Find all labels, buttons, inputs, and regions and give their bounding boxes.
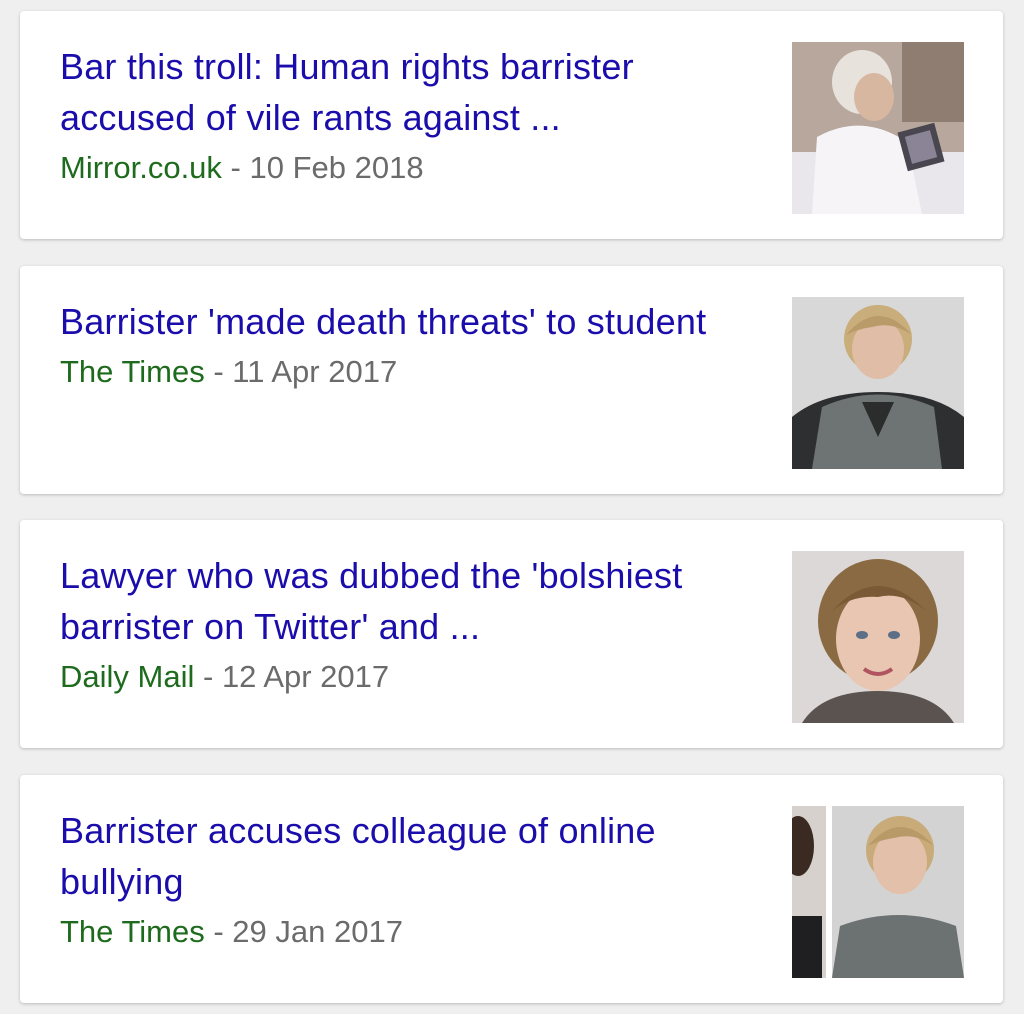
news-source: The Times: [60, 914, 205, 949]
photo-woman-portrait-icon: [792, 551, 964, 723]
news-date: 12 Apr 2017: [221, 659, 390, 694]
meta-separator: -: [202, 659, 214, 694]
photo-woman-composite-icon: [792, 806, 964, 978]
news-meta: Mirror.co.uk - 10 Feb 2018: [60, 143, 760, 193]
news-source: The Times: [60, 354, 205, 389]
news-card-text: Bar this troll: Human rights barrister a…: [60, 41, 760, 193]
meta-separator: -: [213, 354, 224, 389]
news-card[interactable]: Barrister 'made death threats' to studen…: [20, 266, 1003, 494]
news-source: Mirror.co.uk: [60, 150, 222, 185]
news-meta: Daily Mail - 12 Apr 2017: [60, 652, 760, 702]
news-date: 29 Jan 2017: [232, 914, 403, 949]
news-card-text: Barrister 'made death threats' to studen…: [60, 296, 760, 397]
news-results-list: Bar this troll: Human rights barrister a…: [0, 0, 1024, 1014]
news-date: 10 Feb 2018: [249, 150, 424, 185]
news-card[interactable]: Lawyer who was dubbed the 'bolshiest bar…: [20, 520, 1003, 748]
news-thumbnail-image[interactable]: [792, 806, 964, 978]
news-card[interactable]: Barrister accuses colleague of online bu…: [20, 775, 1003, 1003]
news-date: 11 Apr 2017: [232, 354, 398, 389]
news-headline-link[interactable]: Barrister accuses colleague of online bu…: [60, 805, 760, 907]
news-thumbnail-image[interactable]: [792, 297, 964, 469]
news-thumbnail-image[interactable]: [792, 42, 964, 214]
news-meta: The Times - 11 Apr 2017: [60, 347, 760, 397]
photo-woman-white-top-icon: [792, 42, 964, 214]
news-card-text: Lawyer who was dubbed the 'bolshiest bar…: [60, 550, 760, 702]
news-thumbnail-image[interactable]: [792, 551, 964, 723]
news-card-text: Barrister accuses colleague of online bu…: [60, 805, 760, 957]
meta-separator: -: [213, 914, 224, 949]
news-source: Daily Mail: [60, 659, 195, 694]
news-headline-link[interactable]: Bar this troll: Human rights barrister a…: [60, 41, 760, 143]
news-headline-link[interactable]: Barrister 'made death threats' to studen…: [60, 296, 760, 347]
news-headline-link[interactable]: Lawyer who was dubbed the 'bolshiest bar…: [60, 550, 760, 652]
news-meta: The Times - 29 Jan 2017: [60, 907, 760, 957]
meta-separator: -: [230, 150, 241, 185]
news-card[interactable]: Bar this troll: Human rights barrister a…: [20, 11, 1003, 239]
photo-woman-grey-blazer-icon: [792, 297, 964, 469]
